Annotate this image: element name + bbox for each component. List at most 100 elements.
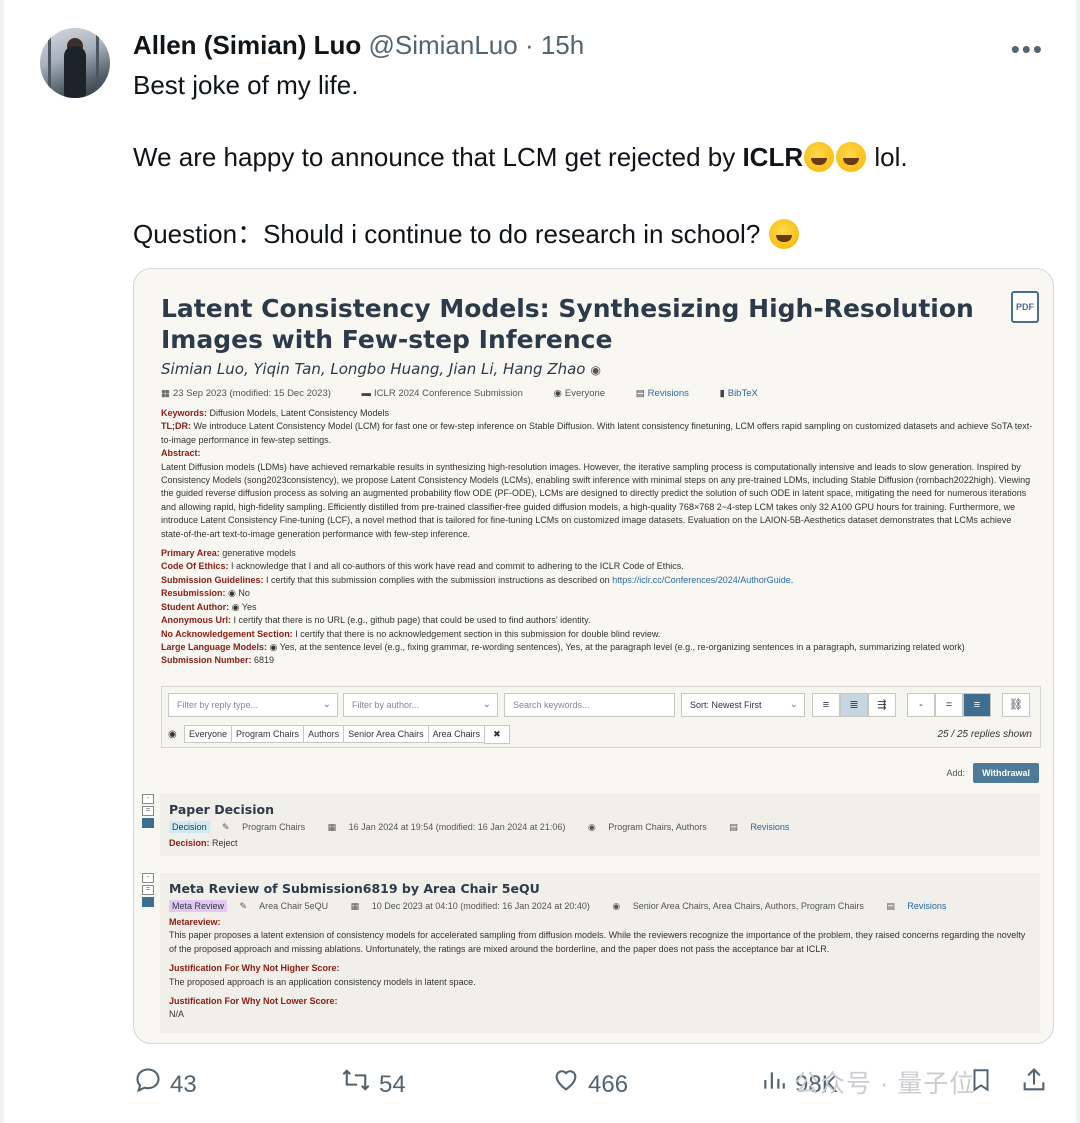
eye-icon: ◉ <box>228 588 236 599</box>
retweet-action[interactable]: 54 <box>341 1066 406 1099</box>
field-value: I certify that there is no acknowledgeme… <box>295 628 661 639</box>
collapse-button[interactable]: - <box>907 693 935 717</box>
search-input[interactable]: Search keywords... <box>504 693 675 717</box>
revisions-link[interactable]: Revisions <box>750 822 789 832</box>
partial-icon[interactable]: = <box>142 806 154 816</box>
note-date: 10 Dec 2023 at 04:10 (modified: 16 Jan 2… <box>371 901 590 911</box>
field-guidelines: Submission Guidelines: I certify that th… <box>161 574 794 585</box>
note-collapse-bar[interactable]: - = <box>142 794 156 830</box>
note-collapse-bar[interactable]: - = <box>142 873 156 909</box>
field-label: Metareview: <box>169 917 221 927</box>
sort-value: Sort: Newest First <box>690 700 762 710</box>
nested-view-button[interactable]: ⇶ <box>868 693 896 717</box>
decision-tag: Decision <box>169 821 210 833</box>
avatar[interactable] <box>40 28 110 98</box>
retweet-icon <box>342 1069 370 1091</box>
revisions-icon: ▤ <box>886 901 895 911</box>
tweet: Allen (Simian) Luo @SimianLuo · 15h ••• … <box>0 0 1080 1123</box>
views-icon <box>764 1072 785 1089</box>
sort-select[interactable]: Sort: Newest First ⌄ <box>681 693 805 717</box>
tweet-text: We are happy to announce that LCM get re… <box>133 142 743 172</box>
revisions-link[interactable]: Revisions <box>648 388 689 399</box>
openreview-screenshot[interactable]: Latent Consistency Models: Synthesizing … <box>133 268 1054 1044</box>
author-placeholder: Filter by author... <box>352 700 420 710</box>
add-row: Add: Withdrawal <box>947 763 1039 783</box>
timestamp: ▦ 10 Dec 2023 at 04:10 (modified: 16 Jan… <box>351 901 600 911</box>
partial-expand-button[interactable]: = <box>935 693 963 717</box>
expand-icon[interactable] <box>142 897 154 907</box>
linear-view-button[interactable]: ≡ <box>812 693 840 717</box>
revisions-link[interactable]: Revisions <box>907 901 946 911</box>
bookmark-action[interactable] <box>968 1066 1002 1099</box>
bibtex-link[interactable]: BibTeX <box>728 388 758 399</box>
chip-area-chairs[interactable]: Area Chairs <box>427 725 486 743</box>
reply-action[interactable]: 43 <box>134 1066 197 1099</box>
reply-type-filter[interactable]: Filter by reply type... ⌄ <box>168 693 338 717</box>
link-icon[interactable]: ⛓ <box>1002 693 1030 717</box>
note-date: 16 Jan 2024 at 19:54 (modified: 16 Jan 2… <box>348 822 566 832</box>
revisions[interactable]: ▤ Revisions <box>729 822 799 832</box>
chevron-down-icon: ⌄ <box>322 699 331 710</box>
meta-review-note: - = Meta Review of Submission6819 by Are… <box>142 873 1040 1033</box>
note-body: Meta Review of Submission6819 by Area Ch… <box>160 873 1040 1033</box>
author-handle[interactable]: @SimianLuo · 15h <box>368 30 584 60</box>
tweet-line-3: Question：Should i continue to do researc… <box>133 214 800 251</box>
collapse-icon[interactable]: - <box>142 873 154 883</box>
share-icon <box>1023 1068 1045 1091</box>
reply-type-placeholder: Filter by reply type... <box>177 700 259 710</box>
tweet-text: Question：Should i continue to do researc… <box>133 219 761 249</box>
chip-authors[interactable]: Authors <box>303 725 345 743</box>
signature: ✎ Area Chair 5eQU <box>240 901 339 911</box>
eye-icon: ◉ <box>269 641 278 652</box>
paper-title: Latent Consistency Models: Synthesizing … <box>161 294 974 354</box>
author-name[interactable]: Allen (Simian) Luo <box>133 30 361 60</box>
field-value: This paper proposes a latent extension o… <box>169 930 1026 954</box>
expand-icon[interactable] <box>142 818 154 828</box>
replies-shown: 25 / 25 replies shown <box>937 729 1032 740</box>
field-value: generative models <box>222 548 296 559</box>
field-student: Student Author: ◉ Yes <box>161 601 1036 614</box>
like-action[interactable]: 466 <box>552 1066 628 1099</box>
field-label: Keywords: <box>161 408 208 418</box>
chevron-down-icon: ⌄ <box>482 699 491 710</box>
search-placeholder: Search keywords... <box>513 700 590 710</box>
revisions-item[interactable]: ▤ Revisions <box>636 388 703 399</box>
withdrawal-button[interactable]: Withdrawal <box>973 763 1039 783</box>
field-label: Abstract: <box>161 448 201 459</box>
more-options-icon[interactable]: ••• <box>1011 34 1044 65</box>
venue-item: ▬ ICLR 2024 Conference Submission <box>362 388 537 399</box>
field-no-ack: No Acknowledgement Section: I certify th… <box>161 628 1036 641</box>
bibtex-item[interactable]: ▮ BibTeX <box>720 388 772 399</box>
field-label: Code Of Ethics: <box>161 561 229 572</box>
revisions[interactable]: ▤ Revisions <box>886 901 956 911</box>
share-action[interactable] <box>1020 1066 1056 1099</box>
paper-venue: ICLR 2024 Conference Submission <box>374 388 523 399</box>
heart-icon <box>555 1070 577 1091</box>
field-label: Anonymous Url: <box>161 615 232 626</box>
clear-filter-button[interactable]: ✖ <box>484 725 510 744</box>
partial-icon[interactable]: = <box>142 885 154 895</box>
watermark: 公众号 · 量子位 <box>794 1070 976 1098</box>
meta-review-tag: Meta Review <box>169 900 228 912</box>
field-anon-url: Anonymous Url: I certify that there is n… <box>161 614 1036 627</box>
field-abstract: Abstract: Latent Diffusion models (LDMs) … <box>161 447 1036 541</box>
filter-bar: Filter by reply type... ⌄ Filter by autho… <box>161 686 1041 748</box>
field-value: I certify that there is no URL (e.g., gi… <box>233 615 591 626</box>
collapse-icon[interactable]: - <box>142 794 154 804</box>
pdf-icon[interactable]: PDF <box>1011 291 1039 323</box>
field-value: Latent Diffusion models (LDMs) have achi… <box>161 461 1031 539</box>
chip-program-chairs[interactable]: Program Chairs <box>231 725 305 743</box>
paper-readers: Everyone <box>564 388 606 399</box>
pencil-icon: ✎ <box>239 901 248 911</box>
chevron-down-icon: ⌄ <box>789 699 798 710</box>
signature: ✎ Program Chairs <box>222 822 315 832</box>
chip-everyone[interactable]: Everyone <box>184 725 233 743</box>
note-title: Paper Decision <box>169 802 274 817</box>
author-guide-link[interactable]: https://iclr.cc/Conferences/2024/AuthorG… <box>612 575 791 585</box>
grinning-emoji-icon <box>768 219 799 249</box>
expand-button[interactable]: ≡ <box>963 693 991 717</box>
author-filter[interactable]: Filter by author... ⌄ <box>343 693 498 717</box>
threaded-view-button[interactable]: ≣ <box>840 693 868 717</box>
paper-date: 23 Sep 2023 (modified: 15 Dec 2023) <box>172 388 331 399</box>
chip-senior-area-chairs[interactable]: Senior Area Chairs <box>343 725 429 743</box>
